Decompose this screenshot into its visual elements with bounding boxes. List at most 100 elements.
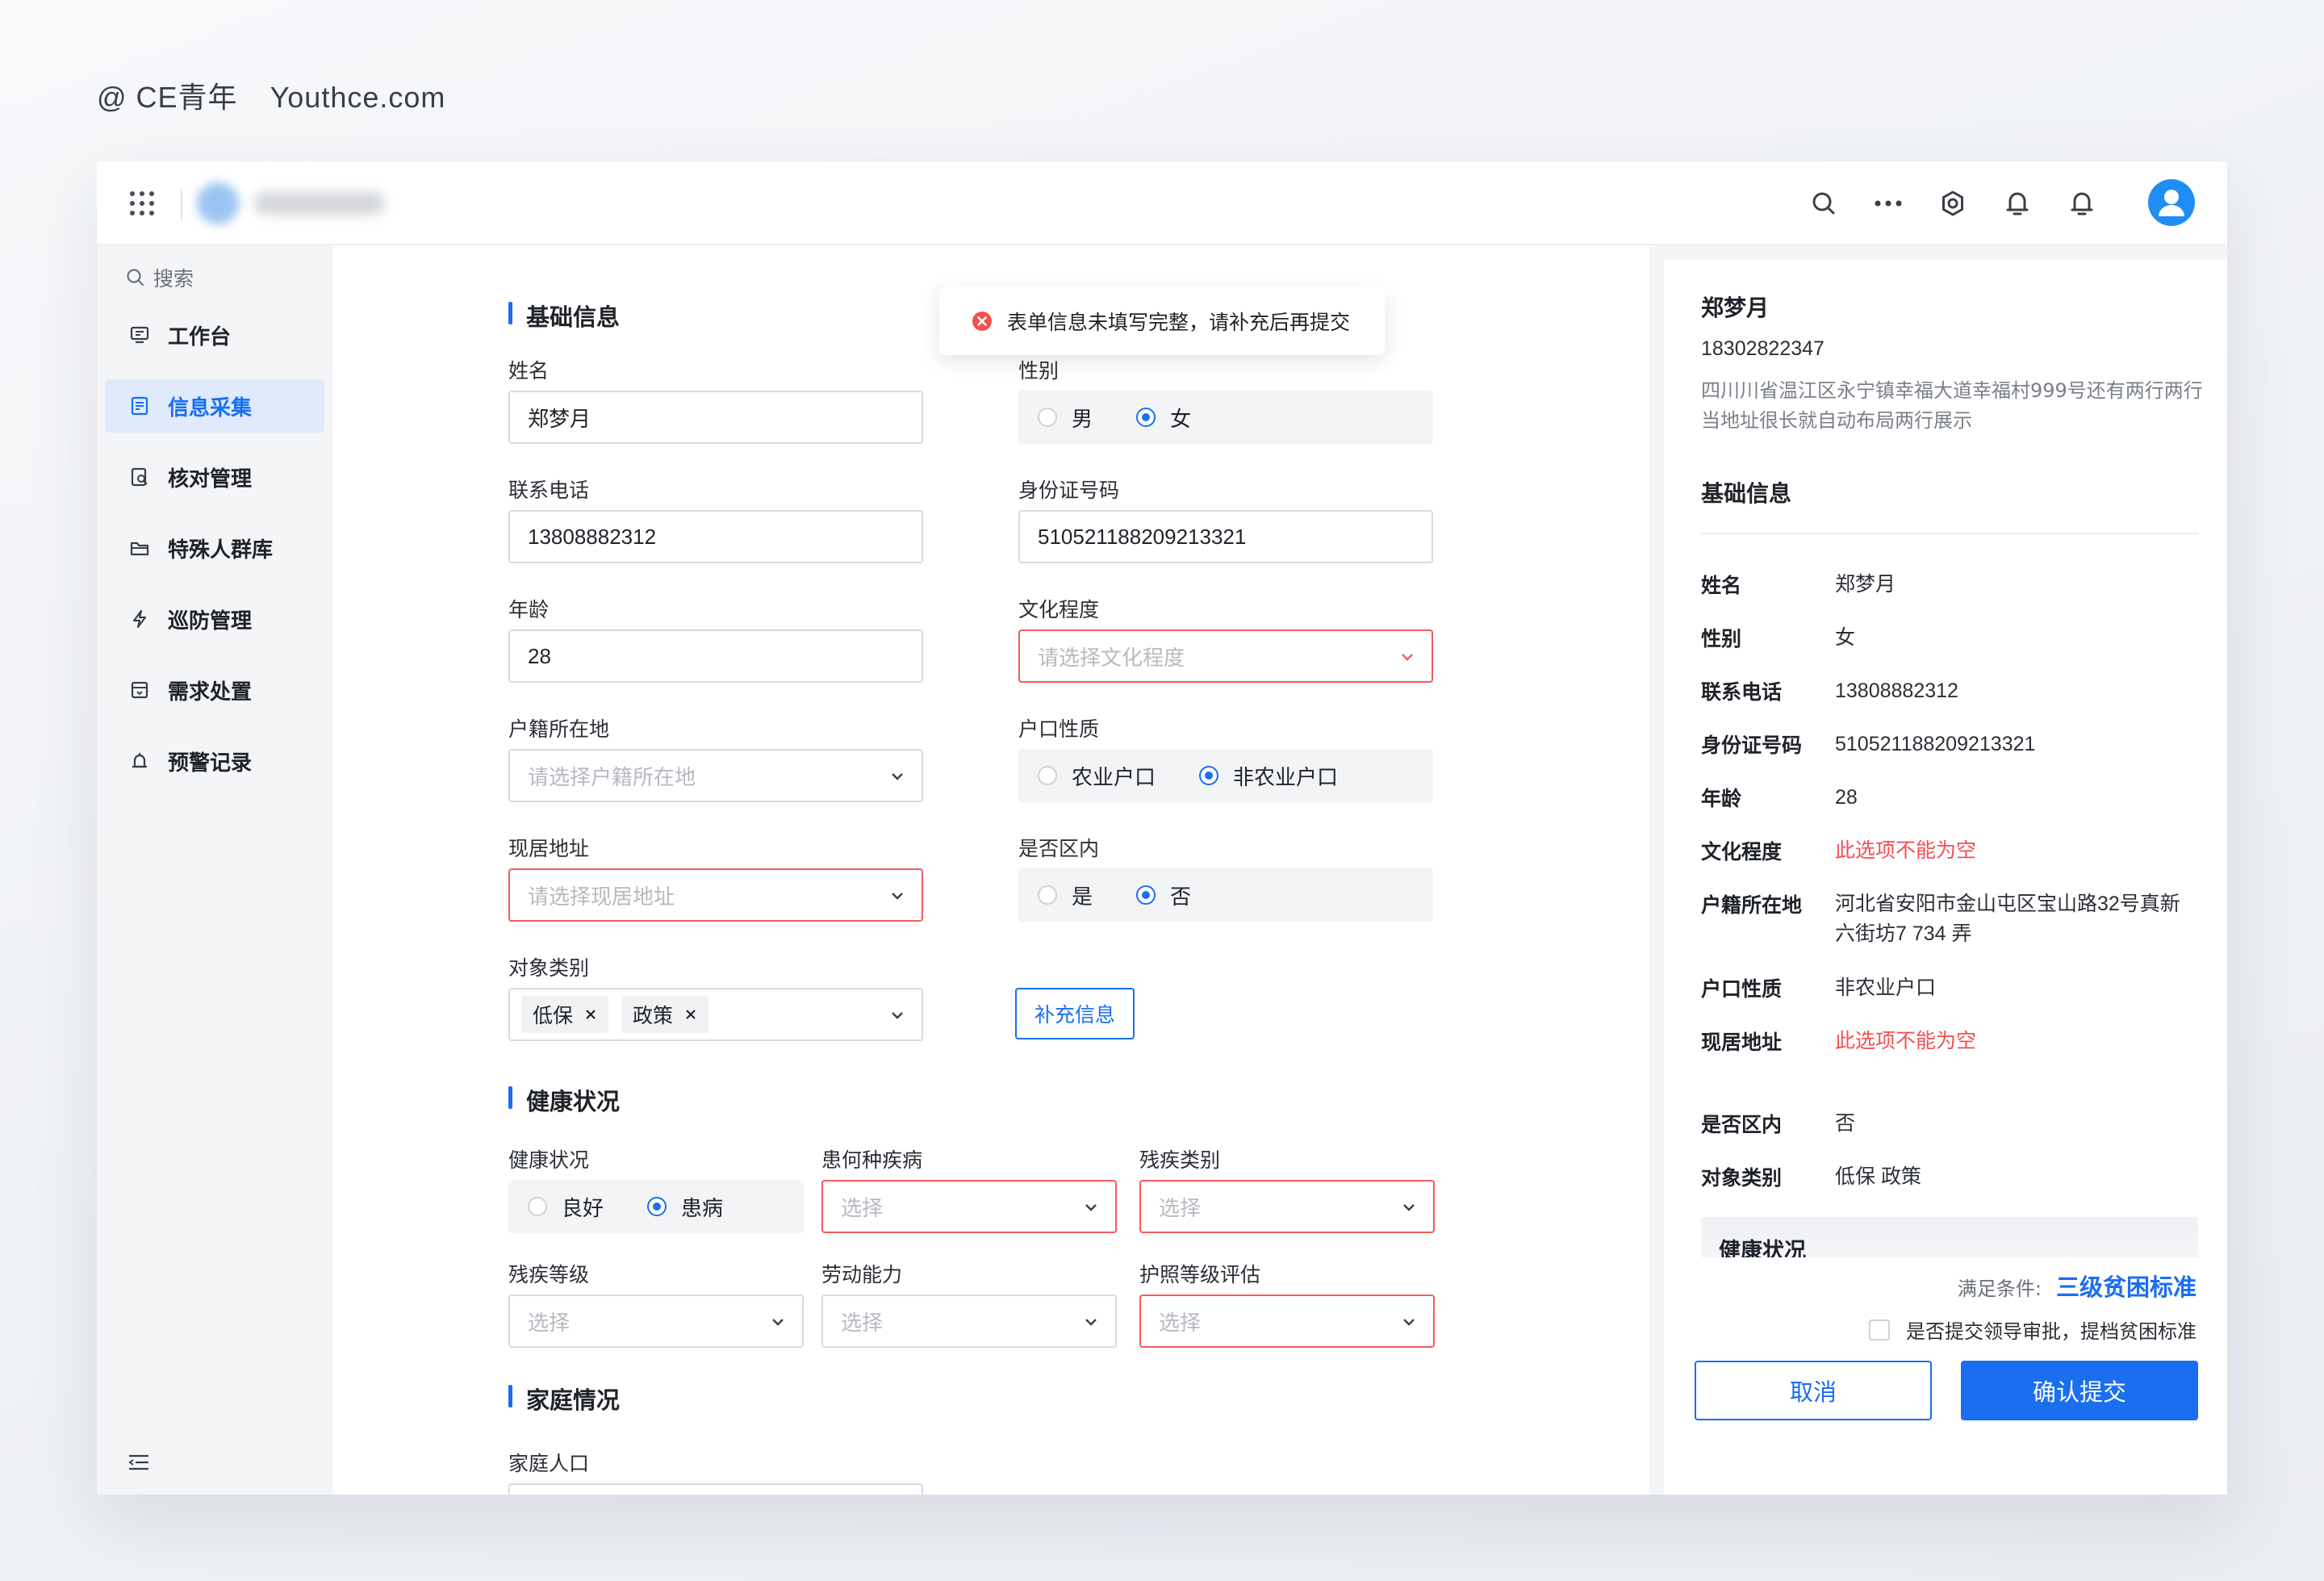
in-district-option-no[interactable]: 否 [1136,880,1191,910]
hukou-option-non-agricultural[interactable]: 非农业户口 [1199,761,1338,791]
family-population-label: 家庭人口 [508,1452,590,1475]
radio-circle-selected [1199,766,1219,785]
summary-value: 非农业户口 [1835,977,1937,999]
sidebar-item-workbench[interactable]: 工作台 [105,308,324,362]
summary-name: 郑梦月 [1701,295,1770,321]
sidebar-search[interactable]: 搜索 [126,263,194,292]
disability-type-label: 残疾类别 [1139,1148,1221,1172]
labor-select[interactable]: 选择 [821,1294,1117,1348]
info-collect-icon [131,396,148,416]
approve-checkbox-row[interactable]: 是否提交领导审批，提档贫困标准 [1869,1315,2197,1344]
labor-placeholder: 选择 [841,1310,884,1335]
chevron-down-icon [1085,1204,1097,1211]
education-placeholder: 请选择文化程度 [1038,645,1185,670]
chevron-down-icon [1403,1204,1415,1211]
form-area: 基础信息 姓名 郑梦月 性别 男 女 联系电话 13808882312 身份证号… [332,245,1649,1495]
category-label: 对象类别 [508,956,590,980]
sidebar-item-info-collect[interactable]: 信息采集 [105,379,324,433]
summary-row: 联系电话 13808882312 [1701,676,2198,706]
cancel-button[interactable]: 取消 [1695,1361,1932,1420]
health-status-radio-group: 良好 患病 [508,1180,804,1233]
disability-level-select[interactable]: 选择 [508,1294,804,1348]
id-label: 身份证号码 [1018,479,1120,502]
gender-option-female[interactable]: 女 [1136,403,1191,433]
category-multiselect[interactable]: 低保 政策 [508,988,923,1041]
health-status-label: 健康状况 [508,1148,590,1172]
summary-key: 对象类别 [1701,1166,1783,1190]
app-logo [197,182,239,224]
id-input[interactable]: 510521188209213321 [1018,510,1433,563]
age-input[interactable]: 28 [508,629,923,683]
radio-label: 非农业户口 [1233,765,1339,790]
in-district-label: 是否区内 [1018,837,1100,860]
disability-level-label: 残疾等级 [508,1263,590,1286]
summary-value: 否 [1835,1112,1856,1135]
radio-circle [1038,885,1057,905]
radio-circle-selected [1136,408,1156,427]
search-icon[interactable] [1808,187,1840,220]
current-address-select[interactable]: 请选择现居地址 [508,868,923,922]
summary-row: 年龄 28 [1701,783,2198,813]
user-avatar[interactable] [2148,179,2195,226]
sidebar-item-alert[interactable]: 预警记录 [105,734,324,788]
disability-type-select[interactable]: 选择 [1139,1180,1435,1233]
sidebar-item-special-groups[interactable]: 特殊人群库 [105,521,324,575]
education-select[interactable]: 请选择文化程度 [1018,629,1433,683]
summary-value-error: 此选项不能为空 [1835,839,1977,862]
chevron-down-icon [1085,1319,1097,1326]
radio-circle-selected [647,1197,667,1216]
summary-key: 现居地址 [1701,1031,1783,1054]
chevron-down-icon [1402,654,1413,661]
close-icon[interactable] [584,1008,597,1021]
health-option-sick[interactable]: 患病 [647,1192,723,1222]
sidebar-item-patrol[interactable]: 巡防管理 [105,592,324,646]
supplement-info-button[interactable]: 补充信息 [1015,988,1135,1039]
name-input[interactable]: 郑梦月 [508,391,923,444]
collapse-sidebar-icon[interactable] [127,1453,150,1475]
care-level-label: 护照等级评估 [1139,1263,1261,1286]
notification-icon[interactable] [2066,187,2098,220]
approve-checkbox[interactable] [1869,1319,1890,1341]
hukou-location-select[interactable]: 请选择户籍所在地 [508,749,923,802]
in-district-option-yes[interactable]: 是 [1038,880,1093,910]
radio-label: 女 [1170,407,1192,432]
tag-label: 政策 [633,1005,674,1027]
summary-row: 身份证号码 510521188209213321 [1701,730,2198,759]
labor-label: 劳动能力 [821,1263,903,1286]
summary-row: 姓名 郑梦月 [1701,570,2198,600]
disability-level-placeholder: 选择 [528,1310,571,1335]
apps-grid-icon[interactable] [129,190,155,216]
education-label: 文化程度 [1018,598,1100,621]
disease-label: 患何种疾病 [821,1148,923,1172]
summary-key: 文化程度 [1701,840,1783,864]
summary-value: 女 [1835,626,1856,649]
hukou-option-agricultural[interactable]: 农业户口 [1038,761,1156,791]
error-toast: 表单信息未填写完整，请补充后再提交 [939,287,1385,355]
bell-icon[interactable] [2001,187,2034,220]
topbar-divider [181,189,182,220]
brand-site: Youthce.com [270,81,446,114]
phone-input[interactable]: 13808882312 [508,510,923,563]
health-option-good[interactable]: 良好 [528,1192,604,1222]
more-icon[interactable] [1872,187,1904,220]
sidebar-item-demand[interactable]: 需求处置 [105,663,324,717]
confirm-submit-button[interactable]: 确认提交 [1961,1361,2198,1420]
summary-section-title: 基础信息 [1701,480,1792,507]
current-address-placeholder: 请选择现居地址 [528,884,675,909]
care-level-placeholder: 选择 [1159,1310,1202,1335]
in-district-radio-group: 是 否 [1018,868,1433,922]
gear-icon[interactable] [1937,187,1969,220]
disease-select[interactable]: 选择 [821,1180,1117,1233]
sidebar-item-verify[interactable]: 核对管理 [105,450,324,504]
condition-value: 三级贫困标准 [2055,1274,2197,1301]
category-tag: 政策 [621,996,709,1033]
radio-label: 农业户口 [1072,765,1156,790]
care-level-select[interactable]: 选择 [1139,1294,1435,1348]
condition-label: 满足条件: [1957,1278,2042,1300]
sidebar-item-label: 特殊人群库 [168,537,274,563]
family-population-input[interactable] [508,1483,923,1495]
gender-option-male[interactable]: 男 [1038,403,1093,433]
summary-key: 户籍所在地 [1701,893,1803,917]
close-icon[interactable] [684,1008,697,1021]
summary-key: 身份证号码 [1701,734,1803,757]
